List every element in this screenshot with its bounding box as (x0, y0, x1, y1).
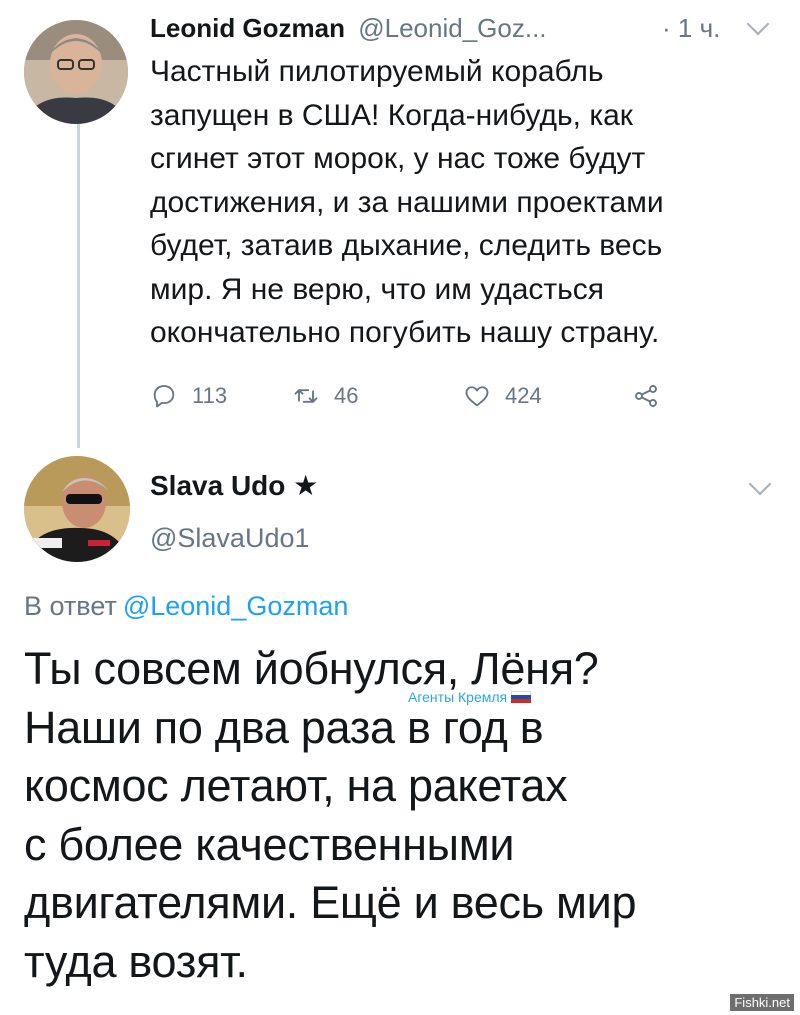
thread-line (77, 118, 80, 448)
tweet-text-line: мир. Я не верю, что им удасться (150, 272, 605, 306)
share-button[interactable] (632, 376, 674, 416)
tweet-text-line: достижения, и за нашими проектами (150, 185, 664, 219)
russia-flag-icon (511, 691, 532, 703)
timestamp[interactable]: · 1 ч. (662, 8, 720, 48)
tweet-text-line: Наши по два раза в год в (24, 701, 544, 753)
like-button[interactable]: 424 (463, 376, 542, 416)
like-icon (465, 386, 489, 407)
reply-icon (153, 385, 175, 408)
retweet-icon (294, 389, 318, 403)
author-handle[interactable]: @SlavaUdo1 (150, 518, 310, 558)
tweet-actions: 113 46 424 (150, 376, 710, 416)
tweet-text-line: сгинет этот морок, у нас тоже будут (150, 142, 646, 175)
author-name[interactable]: Slava Udo ★ (150, 466, 318, 506)
tweet-text: Ты совсем йобнулся, Лёня? Наши по два ра… (24, 640, 784, 991)
avatar[interactable] (24, 20, 128, 124)
avatar[interactable] (24, 456, 130, 562)
site-watermark: Fishki.net (730, 994, 794, 1011)
tweet-text-line: туда возят. (24, 935, 248, 987)
author-handle[interactable]: @Leonid_Goz... (358, 13, 546, 43)
tweet-text-line: космос летают, на ракетах (24, 760, 568, 811)
tweet-text-line: запущен в США! Когда-нибудь, как (150, 98, 633, 132)
chevron-down-icon[interactable] (748, 472, 772, 496)
retweet-count: 46 (334, 383, 359, 408)
watermark-text: Агенты Кремля (408, 689, 508, 705)
tweet-text-line: Частный пилотируемый корабль (150, 55, 604, 88)
tweet-text-line: окончательно погубить нашу страну. (150, 316, 660, 349)
like-count: 424 (505, 383, 542, 408)
reply-prefix: В ответ (24, 591, 117, 621)
tweet-text-line: двигателями. Ещё и весь мир (24, 877, 637, 928)
reply-count: 113 (192, 383, 228, 408)
share-icon (635, 385, 657, 407)
watermark: Агенты Кремля (408, 689, 532, 705)
tweet-text: Частный пилотируемый корабль запущен в С… (150, 50, 780, 355)
tweet-text-line: Ты совсем йобнулся, Лёня? (24, 643, 599, 694)
tweet-text-line: с более качественными (24, 818, 515, 870)
tweet-header: Leonid Gozman @Leonid_Goz... · 1 ч. (150, 8, 770, 48)
retweet-button[interactable]: 46 (292, 376, 358, 416)
reply-mention-link[interactable]: @Leonid_Gozman (123, 591, 349, 621)
reply-button[interactable]: 113 (150, 376, 227, 416)
reply-context: В ответ @Leonid_Gozman (24, 586, 348, 626)
author-name[interactable]: Leonid Gozman (150, 13, 345, 43)
tweet-text-line: будет, затаив дыхание, следить весь (150, 229, 663, 262)
